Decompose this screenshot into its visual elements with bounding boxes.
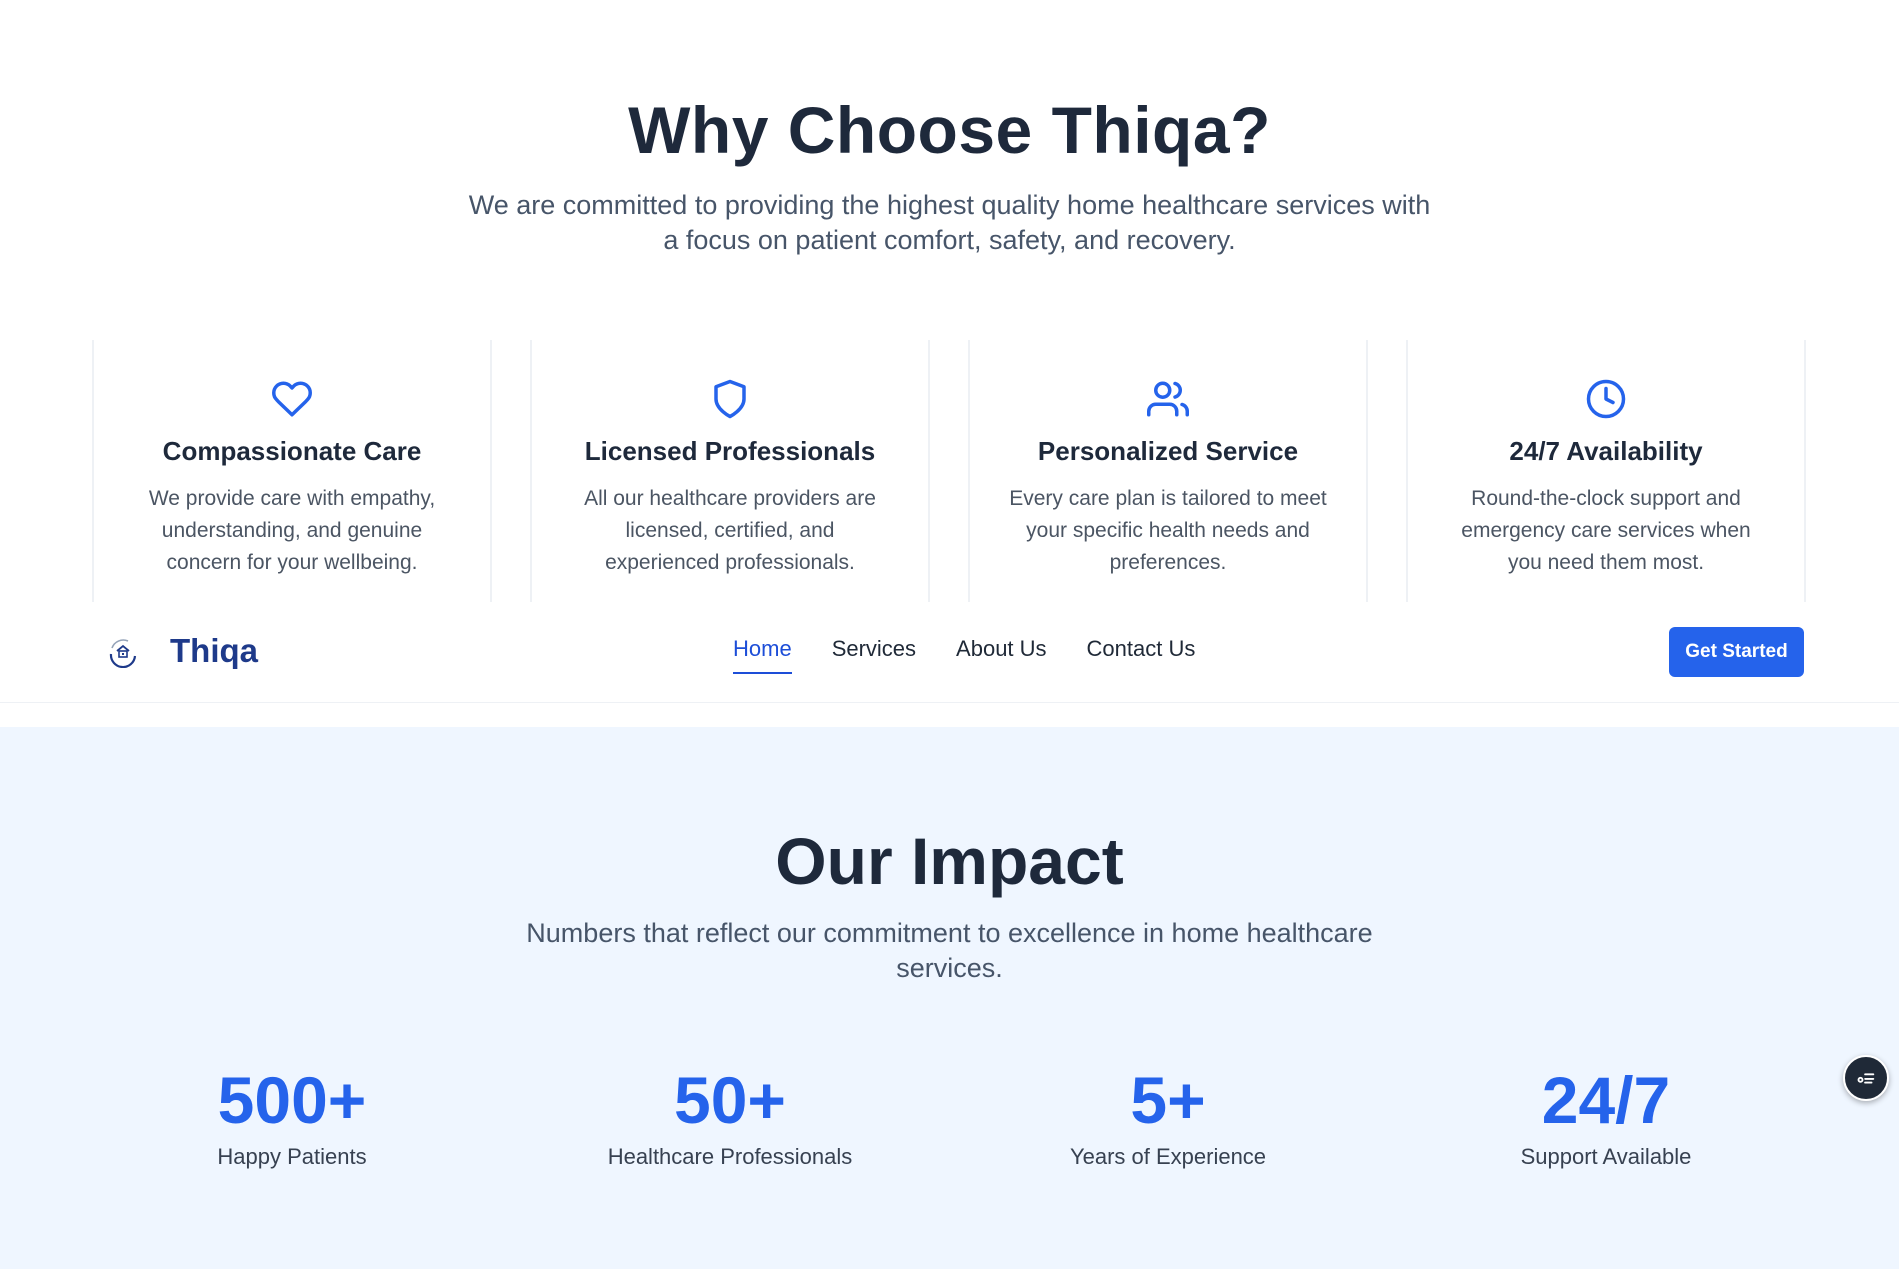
feature-card-personalized-service: Personalized Service Every care plan is … [968,340,1368,602]
stat-value: 500+ [217,1063,367,1137]
feature-card-availability: 24/7 Availability Round-the-clock suppor… [1406,340,1806,602]
feature-title: 24/7 Availability [1509,436,1703,466]
stat-value: 50+ [674,1063,786,1137]
impact-title: Our Impact [775,824,1124,898]
nav-link-home[interactable]: Home [733,636,792,674]
main-navbar: Thiqa Home Services About Us Contact Us … [0,602,1899,703]
stat-support-available: 24/7 Support Available [1406,1062,1806,1170]
stat-happy-patients: 500+ Happy Patients [92,1062,492,1170]
stat-label: Support Available [1520,1144,1692,1169]
users-icon [1147,381,1189,417]
stat-value: 5+ [1130,1063,1206,1137]
impact-section: Our Impact Numbers that reflect our comm… [0,727,1899,1269]
why-choose-title: Why Choose Thiqa? [628,93,1271,167]
stat-years-experience: 5+ Years of Experience [968,1062,1368,1170]
nav-link-contact-us[interactable]: Contact Us [1087,636,1196,674]
feature-title: Licensed Professionals [584,436,876,466]
stats-row: 500+ Happy Patients 50+ Healthcare Profe… [92,1062,1806,1170]
feature-description: All our healthcare providers are license… [584,487,876,574]
clock-icon [1586,379,1626,419]
list-checks-icon [1857,1073,1875,1084]
feature-title: Personalized Service [1037,436,1299,466]
nav-links: Home Services About Us Contact Us [733,636,1195,674]
feature-description: We provide care with empathy, understand… [148,487,436,574]
feature-card-compassionate-care: Compassionate Care We provide care with … [92,340,492,602]
shield-icon [714,379,746,419]
features-row: Compassionate Care We provide care with … [92,340,1806,602]
stat-label: Healthcare Professionals [607,1144,853,1169]
feature-card-licensed-professionals: Licensed Professionals All our healthcar… [530,340,930,602]
stat-healthcare-professionals: 50+ Healthcare Professionals [530,1062,930,1170]
stat-label: Years of Experience [1069,1144,1267,1169]
why-choose-section: Why Choose Thiqa? We are committed to pr… [0,0,1899,602]
brand-home-link[interactable]: Thiqa [106,632,258,670]
stat-label: Happy Patients [217,1144,367,1169]
get-started-button[interactable]: Get Started [1669,627,1804,677]
why-choose-subtitle: We are committed to providing the highes… [468,190,1431,255]
nav-link-about-us[interactable]: About Us [956,636,1047,674]
brand-name: Thiqa [170,632,258,669]
feature-description: Every care plan is tailored to meet your… [1009,487,1327,574]
nav-link-services[interactable]: Services [832,636,916,674]
floating-widget-button[interactable] [1843,1055,1889,1101]
stat-value: 24/7 [1541,1063,1671,1137]
feature-title: Compassionate Care [162,436,422,466]
heart-icon [272,381,312,417]
logo-icon [109,639,137,668]
feature-description: Round-the-clock support and emergency ca… [1461,487,1751,574]
impact-subtitle: Numbers that reflect our commitment to e… [526,918,1373,983]
